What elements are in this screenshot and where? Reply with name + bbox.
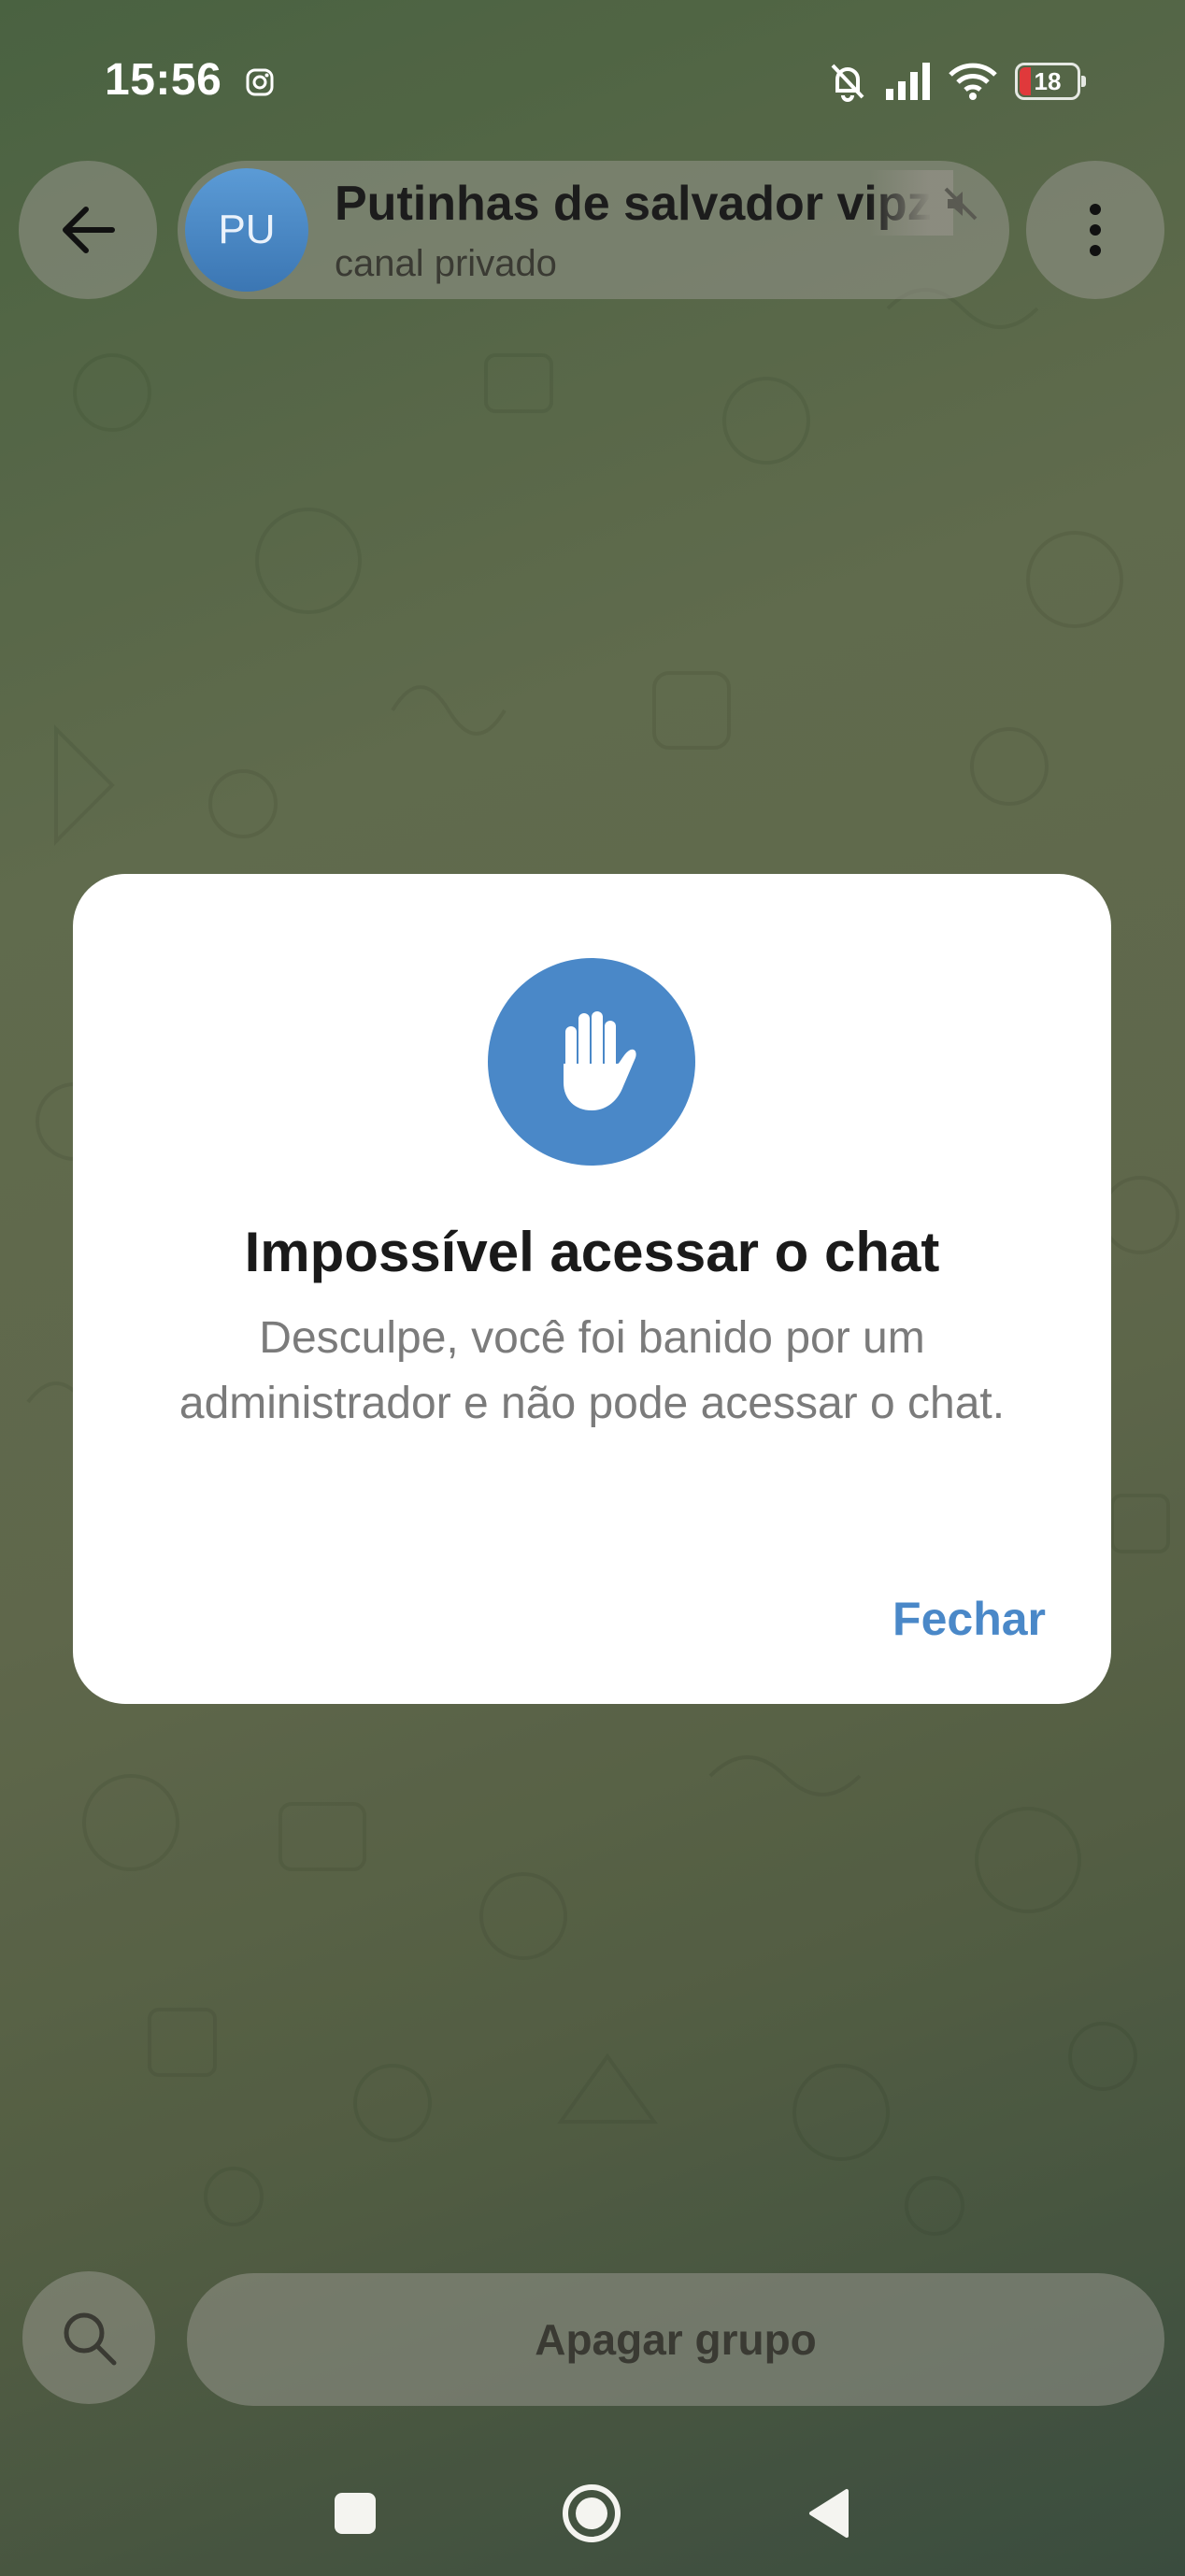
bell-off-icon [831, 64, 864, 102]
instagram-icon [246, 68, 274, 96]
avatar: PU [185, 168, 308, 292]
back-button[interactable] [19, 161, 157, 299]
more-options-button[interactable] [1026, 161, 1164, 299]
back-triangle-icon [809, 2489, 849, 2538]
search-button[interactable] [22, 2271, 155, 2404]
hand-stop-badge [488, 958, 695, 1166]
signal-icon [886, 63, 930, 100]
search-icon [64, 2312, 117, 2366]
hand-stop-icon [564, 1011, 636, 1110]
chat-header[interactable]: PU Putinhas de salvador vipz canal priva… [178, 161, 1009, 299]
back-arrow-icon [63, 207, 115, 253]
recents-square-icon [335, 2493, 376, 2534]
home-button[interactable] [559, 2481, 624, 2546]
system-nav-bar [0, 2449, 1185, 2576]
chat-subtitle: canal privado [335, 243, 557, 284]
battery-icon: 18 [1015, 63, 1086, 100]
wifi-icon [949, 63, 997, 100]
battery-level: 18 [1034, 66, 1062, 95]
back-nav-button[interactable] [796, 2481, 862, 2546]
close-button[interactable]: Fechar [887, 1584, 1051, 1653]
chat-title: Putinhas de salvador vipz [335, 177, 932, 231]
status-time: 15:56 [105, 55, 222, 105]
mute-icon [944, 187, 978, 221]
more-vertical-icon [1090, 204, 1101, 256]
dialog-message: Desculpe, você foi banido por um adminis… [178, 1313, 1006, 1428]
status-bar: 15:56 18 [0, 0, 1185, 168]
home-circle-icon [563, 2484, 621, 2542]
delete-group-button[interactable]: Apagar grupo [187, 2273, 1164, 2406]
recents-button[interactable] [322, 2481, 388, 2546]
ban-dialog: Impossível acessar o chat Desculpe, você… [73, 874, 1111, 1704]
dialog-title: Impossível acessar o chat [244, 1221, 940, 1283]
